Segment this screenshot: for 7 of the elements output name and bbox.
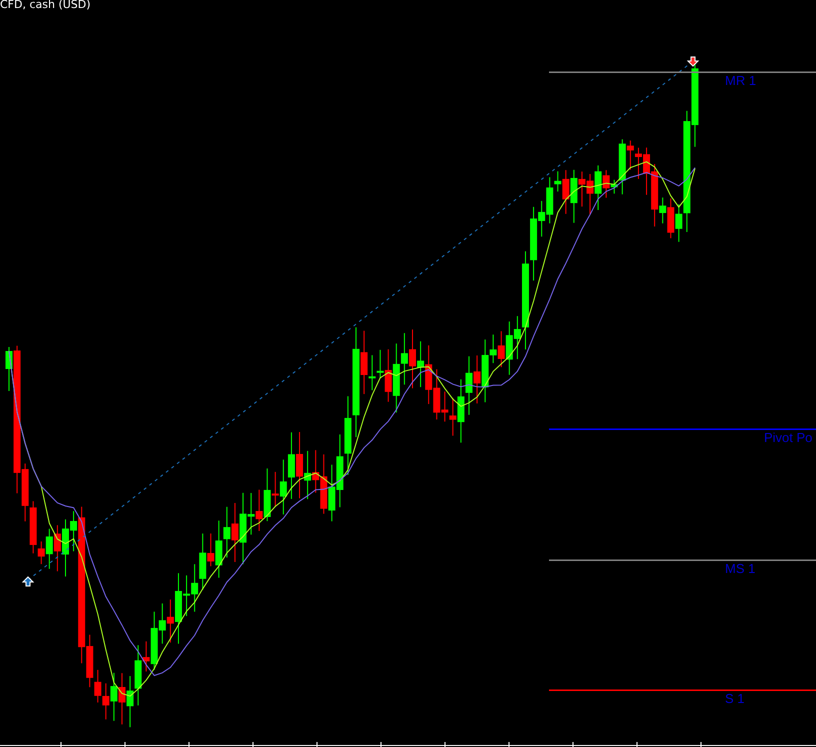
level-label: MS 1 (725, 561, 756, 576)
down-arrow-icon (686, 56, 700, 67)
chart-title: CFD, cash (USD) (0, 0, 91, 11)
up-arrow-icon (22, 576, 34, 586)
level-label: Pivot Po (764, 430, 812, 445)
level-label: MR 1 (725, 73, 756, 88)
level-label: S 1 (725, 691, 745, 706)
